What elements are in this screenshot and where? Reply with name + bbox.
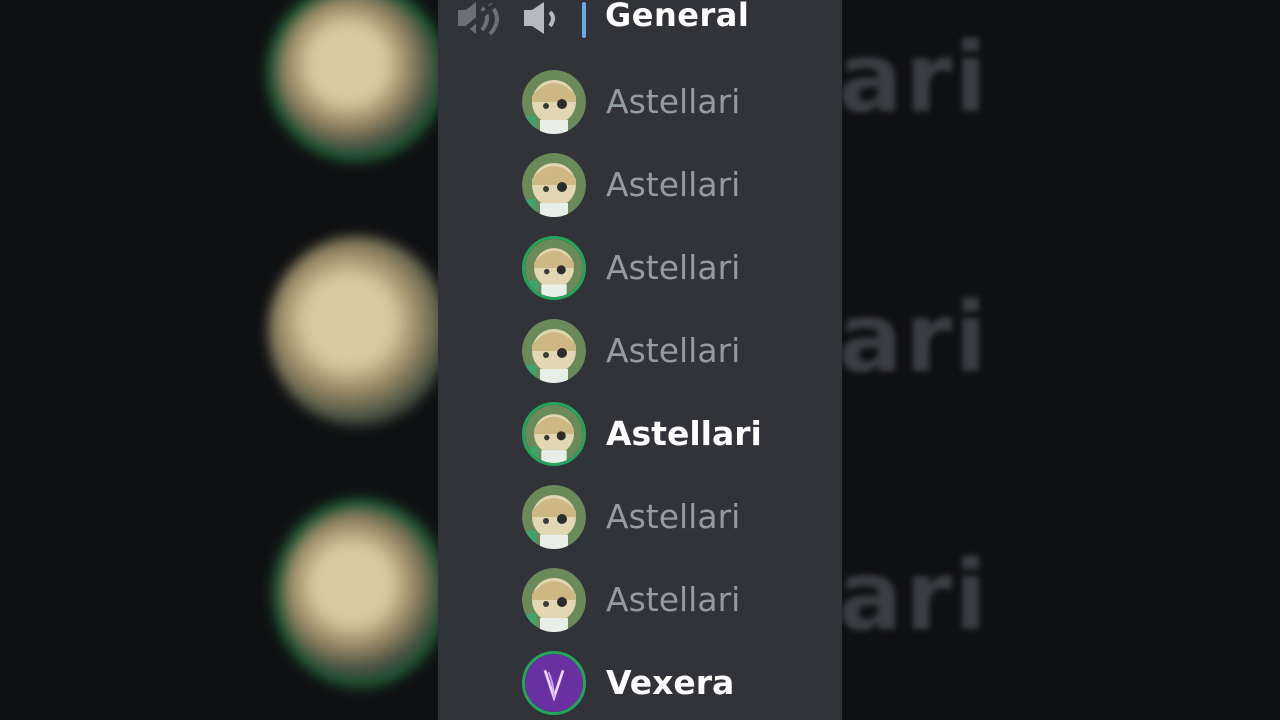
channel-name[interactable]: General bbox=[605, 0, 749, 34]
blurred-avatar bbox=[282, 508, 438, 678]
user-avatar[interactable] bbox=[522, 153, 586, 217]
speaker-icon[interactable] bbox=[522, 0, 562, 44]
blurred-avatar bbox=[268, 236, 448, 426]
user-avatar[interactable] bbox=[522, 319, 586, 383]
blurred-username-fragment: ari bbox=[838, 282, 990, 394]
voice-channel-header[interactable]: General bbox=[438, 0, 842, 40]
voice-member[interactable]: Astellari bbox=[522, 153, 822, 219]
member-name: Astellari bbox=[606, 497, 741, 536]
channel-divider bbox=[582, 2, 586, 38]
voice-member[interactable]: Astellari bbox=[522, 319, 822, 385]
blurred-avatar bbox=[276, 0, 436, 152]
voice-member[interactable]: Astellari bbox=[522, 485, 822, 551]
voice-member[interactable]: Astellari bbox=[522, 236, 822, 302]
voice-member[interactable]: Astellari bbox=[522, 402, 822, 468]
blurred-username-fragment: ari bbox=[838, 540, 990, 652]
user-avatar-speaking[interactable] bbox=[522, 651, 586, 715]
voice-member[interactable]: Astellari bbox=[522, 568, 822, 634]
voice-member[interactable]: Vexera bbox=[522, 651, 822, 717]
voice-member[interactable]: Astellari bbox=[522, 70, 822, 136]
user-avatar[interactable] bbox=[522, 70, 586, 134]
user-avatar-speaking[interactable] bbox=[522, 402, 586, 466]
member-name: Astellari bbox=[606, 414, 762, 453]
deafen-icon[interactable] bbox=[454, 0, 502, 44]
user-avatar[interactable] bbox=[522, 568, 586, 632]
blurred-username-fragment: ari bbox=[838, 22, 990, 134]
member-name: Astellari bbox=[606, 331, 741, 370]
member-name: Astellari bbox=[606, 165, 741, 204]
user-avatar-speaking[interactable] bbox=[522, 236, 586, 300]
voice-channel-panel: General Astellari Astellari Astellari As… bbox=[438, 0, 842, 720]
user-avatar[interactable] bbox=[522, 485, 586, 549]
member-name: Astellari bbox=[606, 580, 741, 619]
member-name: Astellari bbox=[606, 248, 741, 287]
member-name: Vexera bbox=[606, 663, 735, 702]
member-name: Astellari bbox=[606, 82, 741, 121]
